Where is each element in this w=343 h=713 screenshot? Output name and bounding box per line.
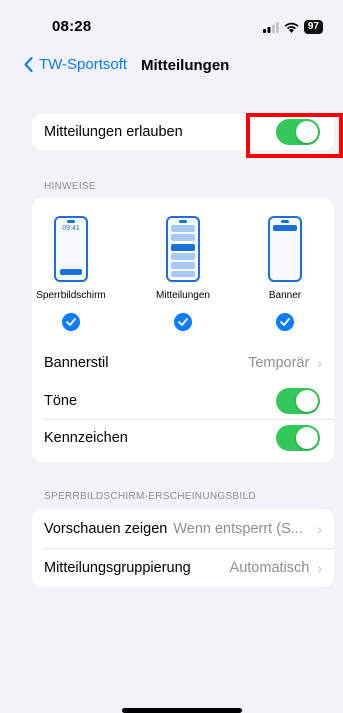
divider [44,419,334,420]
chevron-right-icon: › [317,559,322,576]
allow-label: Mitteilungen erlauben [44,124,183,140]
bannerstil-value: Temporär [248,355,310,371]
kennzeichen-label: Kennzeichen [44,430,128,446]
option-label: Banner [268,290,302,301]
gruppierung-value: Automatisch [229,559,310,576]
vorschauen-row[interactable]: Vorschauen zeigen Wenn entsperrt (S... › [32,509,334,548]
option-mitteilungen[interactable]: Mitteilungen [138,216,228,331]
bannerstil-label: Bannerstil [44,355,109,371]
lockscreen-phone-icon: 09:41 [54,216,88,282]
status-icons: 97 [262,20,323,34]
vorschauen-label: Vorschauen zeigen [44,520,168,537]
hinweise-card: 09:41 Sperrbildschirm Mitteilungen Banne… [32,198,334,462]
status-bar: 08:28 97 [0,0,343,44]
toene-row: Töne [32,383,334,419]
lockscreen-header: SPERRBILDSCHIRM-ERSCHEINUNGSBILD [44,491,256,502]
nav-bar: TW-Sportsoft Mitteilungen [0,52,343,82]
back-button[interactable]: TW-Sportsoft [24,56,127,73]
option-sperrbildschirm[interactable]: 09:41 Sperrbildschirm [26,216,116,331]
option-label: Sperrbildschirm [36,290,106,301]
toggle-knob [296,390,318,412]
wifi-icon [284,22,299,33]
signal-icon [262,21,279,33]
toene-label: Töne [44,393,78,409]
toggle-knob [296,427,318,449]
chevron-right-icon: › [317,520,322,537]
hinweise-header: HINWEISE [44,181,96,192]
checkmark-icon [62,313,80,331]
back-label: TW-Sportsoft [39,56,128,73]
lockscreen-time: 09:41 [62,225,80,232]
toene-toggle[interactable] [276,388,320,414]
kennzeichen-toggle[interactable] [276,425,320,451]
back-chevron-icon [24,57,33,72]
gruppierung-row[interactable]: Mitteilungsgruppierung Automatisch › [32,548,334,587]
preview-options: 09:41 Sperrbildschirm Mitteilungen Banne… [32,198,334,343]
notification-center-phone-icon [166,216,200,282]
chevron-right-icon: › [317,355,322,371]
page-title: Mitteilungen [141,57,230,74]
highlight-box [246,113,343,158]
kennzeichen-row: Kennzeichen [32,419,334,457]
divider [44,548,334,549]
checkmark-icon [276,313,294,331]
bannerstil-row[interactable]: Bannerstil Temporär › [32,343,334,383]
vorschauen-value: Wenn entsperrt (S... [173,520,303,537]
battery-icon: 97 [303,20,323,34]
gruppierung-label: Mitteilungsgruppierung [44,559,191,576]
option-label: Mitteilungen [156,290,210,301]
status-time: 08:28 [52,18,92,35]
checkmark-icon [174,313,192,331]
lockscreen-card: Vorschauen zeigen Wenn entsperrt (S... ›… [32,509,334,587]
home-indicator [122,708,242,713]
banner-phone-icon [268,216,302,282]
option-banner[interactable]: Banner [240,216,330,331]
